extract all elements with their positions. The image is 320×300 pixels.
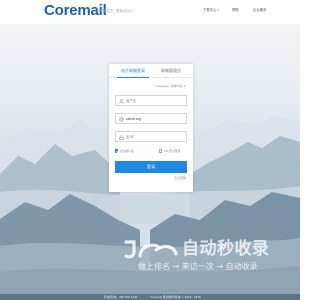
forgot-password-link[interactable]: 忘记密码: [174, 176, 186, 180]
domain-field[interactable]: [115, 113, 187, 124]
login-tabs: 电子邮箱登录 邮箱管理员: [109, 64, 193, 78]
watermark-title: 自动秒收录: [182, 239, 270, 259]
login-button[interactable]: 登录: [115, 161, 187, 173]
ssl-login-checkbox[interactable]: SSL安全登录: [159, 149, 180, 153]
checkbox-unchecked-icon: [159, 149, 163, 153]
lock-icon: [119, 135, 124, 140]
watermark-subtitle: 做上排名 → 来访一次 → 自动收录: [138, 262, 258, 271]
username-field[interactable]: [115, 95, 187, 106]
nav-download-center[interactable]: 下载中心▾: [203, 8, 219, 13]
active-tab-indicator: [117, 76, 149, 78]
footer-sales-phone: 售前咨询：400-000-1631: [104, 294, 138, 299]
language-selector[interactable]: Language: 简体中文▾: [155, 84, 185, 88]
nav-enterprise-service[interactable]: 企业服务: [253, 8, 267, 13]
checkbox-checked-icon: [115, 149, 119, 153]
header-slogan: 全程服务历 · 更亲近办公: [96, 9, 133, 13]
page-footer: 售前咨询：400-000-1631 Coremail 盈世邮件版本 © 2002…: [0, 294, 300, 300]
language-value: 简体中文: [170, 84, 183, 88]
user-icon: [119, 99, 124, 104]
username-input[interactable]: [126, 97, 184, 105]
tab-email-login[interactable]: 电子邮箱登录: [121, 68, 145, 74]
language-prefix: Language:: [155, 84, 170, 88]
password-input[interactable]: [126, 133, 184, 141]
tab-mailbox-admin[interactable]: 邮箱管理员: [161, 68, 181, 74]
ssl-login-label: SSL安全登录: [163, 149, 181, 153]
domain-input[interactable]: [126, 115, 184, 123]
password-field[interactable]: [115, 131, 187, 142]
nav-help[interactable]: 帮助: [232, 8, 239, 13]
nav-download-label: 下载中心: [203, 8, 217, 12]
top-header: Coremail 全程服务历 · 更亲近办公 下载中心▾ 帮助 企业服务: [0, 0, 300, 24]
remember-username-checkbox[interactable]: 记住用户名: [115, 149, 134, 153]
watermark-logo-icon: [124, 240, 178, 259]
login-card: 电子邮箱登录 邮箱管理员 Language: 简体中文▾ 记住用户名 SSL安全…: [109, 64, 193, 192]
footer-copyright: Coremail 盈世邮件版本 © 2002 - 2016: [150, 294, 201, 299]
chevron-down-icon: ▾: [217, 8, 220, 12]
at-sign-icon: [119, 117, 124, 122]
chevron-down-icon: ▾: [183, 84, 185, 88]
remember-username-label: 记住用户名: [119, 149, 134, 153]
watermark-overlay: 自动秒收录 做上排名 → 来访一次 → 自动收录: [124, 238, 284, 278]
